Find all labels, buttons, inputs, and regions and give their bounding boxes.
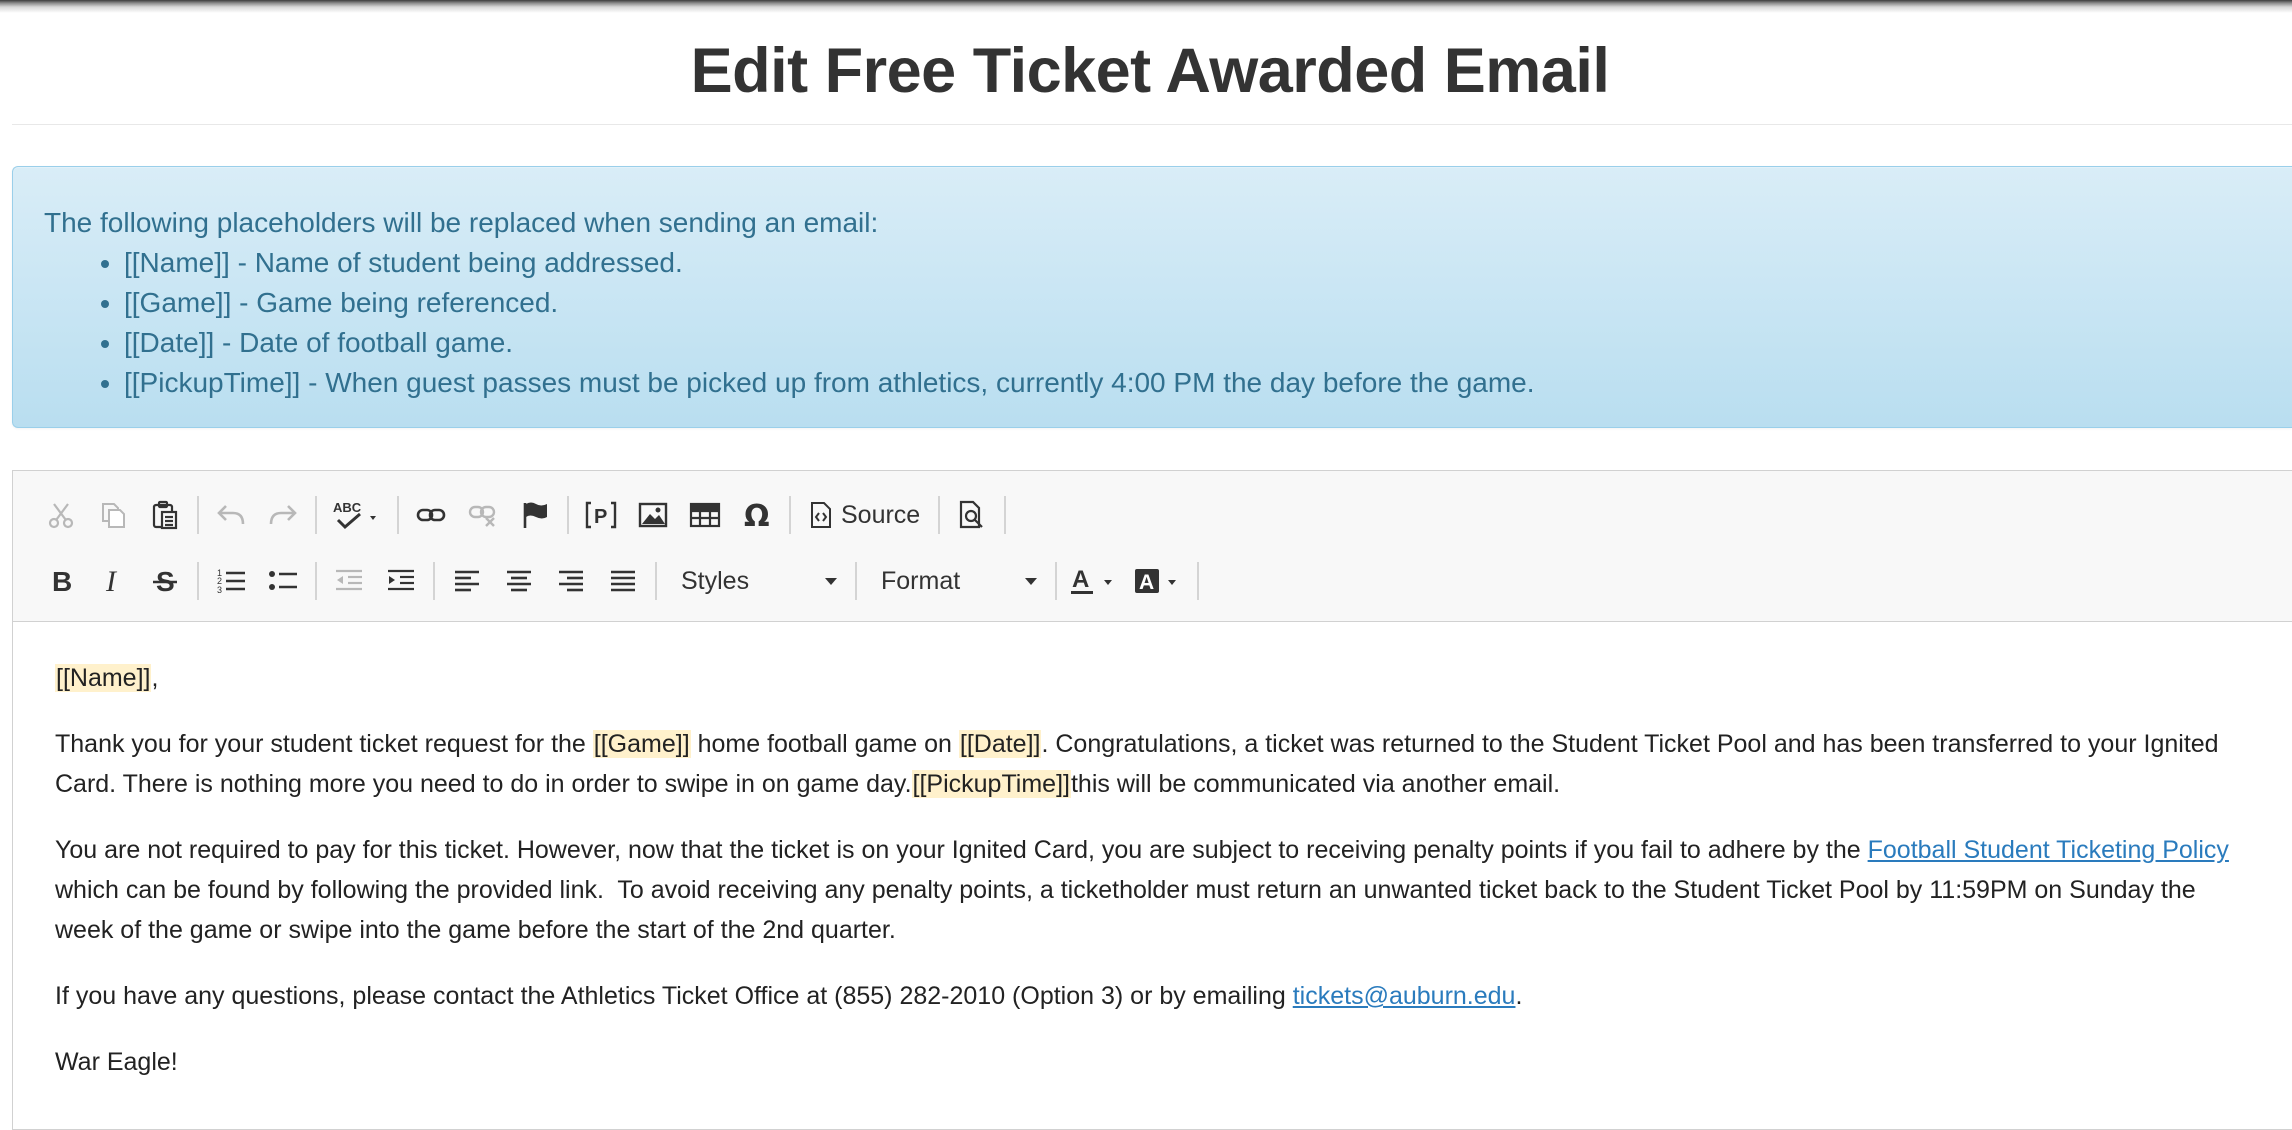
greeting-suffix: , bbox=[151, 664, 159, 692]
placeholder-info-alert: The following placeholders will be repla… bbox=[12, 166, 2292, 428]
toolbar-separator bbox=[938, 496, 941, 534]
editor-content[interactable]: [[Name]], Thank you for your student tic… bbox=[13, 622, 2255, 1082]
styles-dropdown[interactable]: Styles bbox=[663, 556, 849, 606]
unlink-icon[interactable] bbox=[457, 490, 509, 540]
placeholder-item-date: [[Date]] - Date of football game. bbox=[124, 323, 2292, 363]
svg-text:A: A bbox=[1072, 566, 1089, 593]
toolbar-separator bbox=[315, 496, 317, 534]
increase-indent-icon[interactable] bbox=[375, 556, 427, 606]
align-left-icon[interactable] bbox=[441, 556, 493, 606]
toolbar-separator bbox=[315, 562, 317, 600]
chevron-down-icon bbox=[1025, 577, 1037, 585]
alert-intro: The following placeholders will be repla… bbox=[44, 207, 879, 238]
rich-text-editor: ABC P Ω Source B I S 1 2 3 Styles Format… bbox=[12, 470, 2292, 1130]
bulleted-list-icon[interactable] bbox=[257, 556, 309, 606]
toolbar-separator bbox=[197, 496, 199, 534]
placeholder-item-name: [[Name]] - Name of student being address… bbox=[124, 243, 2292, 283]
email-signoff: War Eagle! bbox=[55, 1048, 178, 1076]
email-paragraph-2: You are not required to pay for this tic… bbox=[55, 830, 2255, 950]
redo-icon[interactable] bbox=[257, 490, 309, 540]
placeholder-item-game: [[Game]] - Game being referenced. bbox=[124, 283, 2292, 323]
title-divider bbox=[12, 124, 2292, 125]
anchor-flag-icon[interactable] bbox=[509, 490, 561, 540]
table-icon[interactable] bbox=[679, 490, 731, 540]
align-right-icon[interactable] bbox=[545, 556, 597, 606]
styles-label: Styles bbox=[681, 566, 750, 595]
paste-icon[interactable] bbox=[139, 490, 191, 540]
toolbar-separator bbox=[855, 562, 857, 600]
placeholder-item-pickuptime: [[PickupTime]] - When guest passes must … bbox=[124, 363, 2292, 403]
bold-icon[interactable]: B bbox=[35, 556, 87, 606]
toolbar-separator bbox=[1055, 562, 1057, 600]
image-icon[interactable] bbox=[627, 490, 679, 540]
source-label: Source bbox=[841, 500, 921, 529]
link-icon[interactable] bbox=[405, 490, 457, 540]
p1-text-d: this will be communicated via another em… bbox=[1070, 770, 1561, 798]
toolbar-separator bbox=[433, 562, 435, 600]
window-top-shadow bbox=[0, 0, 2292, 14]
italic-icon[interactable]: I bbox=[87, 556, 139, 606]
chevron-down-icon bbox=[825, 577, 837, 585]
toolbar-separator bbox=[1197, 562, 1199, 600]
format-label: Format bbox=[881, 566, 961, 595]
page-title: Edit Free Ticket Awarded Email bbox=[690, 36, 1610, 106]
background-color-icon[interactable]: A bbox=[1127, 556, 1191, 606]
text-color-icon[interactable]: A bbox=[1063, 556, 1127, 606]
preview-icon[interactable] bbox=[946, 490, 998, 540]
cut-icon[interactable] bbox=[35, 490, 87, 540]
placeholder-date: [[Date]] bbox=[958, 730, 1042, 758]
ticketing-policy-link[interactable]: Football Student Ticketing Policy bbox=[1868, 836, 2229, 864]
decrease-indent-icon[interactable] bbox=[323, 556, 375, 606]
toolbar-separator bbox=[655, 562, 657, 600]
placeholder-name: [[Name]] bbox=[55, 664, 152, 692]
p2-text-a: You are not required to pay for this tic… bbox=[55, 836, 1868, 864]
numbered-list-icon[interactable]: 123 bbox=[205, 556, 257, 606]
toolbar-separator bbox=[567, 496, 569, 534]
toolbar-separator bbox=[1004, 496, 1007, 534]
spellcheck-icon[interactable]: ABC bbox=[323, 490, 391, 540]
email-greeting: [[Name]], bbox=[55, 658, 2255, 698]
placeholder-list: [[Name]] - Name of student being address… bbox=[44, 243, 2292, 403]
svg-text:B: B bbox=[52, 567, 72, 595]
p3-text-b: . bbox=[1515, 982, 1523, 1010]
special-character-icon[interactable]: Ω bbox=[731, 490, 783, 540]
strikethrough-icon[interactable]: S bbox=[139, 556, 191, 606]
undo-icon[interactable] bbox=[205, 490, 257, 540]
email-address-link[interactable]: tickets@auburn.edu bbox=[1293, 982, 1516, 1010]
svg-text:A: A bbox=[1139, 571, 1154, 594]
svg-text:P: P bbox=[594, 506, 607, 528]
format-dropdown[interactable]: Format bbox=[863, 556, 1049, 606]
placeholder-game: [[Game]] bbox=[592, 730, 691, 758]
copy-icon[interactable] bbox=[87, 490, 139, 540]
svg-text:I: I bbox=[105, 567, 118, 595]
svg-text:ABC: ABC bbox=[333, 500, 362, 515]
email-paragraph-1: Thank you for your student ticket reques… bbox=[55, 724, 2255, 804]
email-paragraph-3: If you have any questions, please contac… bbox=[55, 976, 2255, 1016]
p3-text-a: If you have any questions, please contac… bbox=[55, 982, 1293, 1010]
justify-icon[interactable] bbox=[597, 556, 649, 606]
source-icon bbox=[811, 502, 831, 528]
toolbar-row-2: B I S 123 Styles Format A A bbox=[35, 548, 2292, 614]
svg-text:Ω: Ω bbox=[744, 500, 770, 530]
toolbar-separator bbox=[197, 562, 199, 600]
p1-text-b: home football game on bbox=[690, 730, 959, 758]
toolbar-separator bbox=[397, 496, 399, 534]
p1-text-a: Thank you for your student ticket reques… bbox=[55, 730, 593, 758]
source-button[interactable]: Source bbox=[797, 490, 932, 540]
toolbar-row-1: ABC P Ω Source bbox=[35, 482, 2292, 548]
toolbar-separator bbox=[789, 496, 791, 534]
placeholder-insert-icon[interactable]: P bbox=[575, 490, 627, 540]
editor-toolbar: ABC P Ω Source B I S 1 2 3 Styles Format… bbox=[13, 471, 2292, 622]
align-center-icon[interactable] bbox=[493, 556, 545, 606]
svg-text:3: 3 bbox=[217, 585, 222, 595]
placeholder-pickuptime: [[PickupTime]] bbox=[911, 770, 1071, 798]
